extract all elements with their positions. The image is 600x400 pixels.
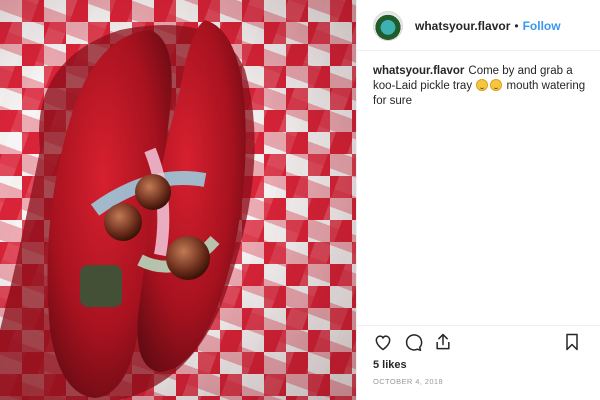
header-username[interactable]: whatsyour.flavor	[415, 19, 510, 33]
header-separator: •	[514, 19, 519, 33]
instagram-post: whatsyour.flavor • Follow whatsyour.flav…	[0, 0, 600, 400]
action-bar	[357, 326, 600, 358]
post-date: OCTOBER 4, 2018	[373, 377, 444, 386]
candy-ball-1	[135, 174, 171, 210]
heart-icon[interactable]	[371, 330, 395, 354]
smile-emoji-icon	[476, 79, 489, 91]
post-caption: whatsyour.flavor Come by and grab a koo-L…	[357, 51, 600, 109]
post-header: whatsyour.flavor • Follow	[357, 11, 600, 41]
follow-button[interactable]: Follow	[523, 19, 561, 33]
green-candy	[80, 265, 122, 307]
candy-ball-3	[166, 236, 210, 280]
candy-ball-2	[104, 203, 142, 241]
likes-count[interactable]: 5 likes	[357, 358, 600, 371]
avatar[interactable]	[373, 11, 403, 41]
caption-username[interactable]: whatsyour.flavor	[373, 65, 464, 77]
pickle-tray-illustration	[0, 20, 255, 400]
share-icon[interactable]	[431, 330, 455, 354]
post-sidebar: whatsyour.flavor • Follow whatsyour.flav…	[356, 0, 600, 400]
bookmark-icon[interactable]	[560, 330, 584, 354]
post-photo[interactable]	[0, 0, 356, 400]
comment-icon[interactable]	[401, 330, 425, 354]
smile-emoji-icon	[490, 79, 503, 91]
